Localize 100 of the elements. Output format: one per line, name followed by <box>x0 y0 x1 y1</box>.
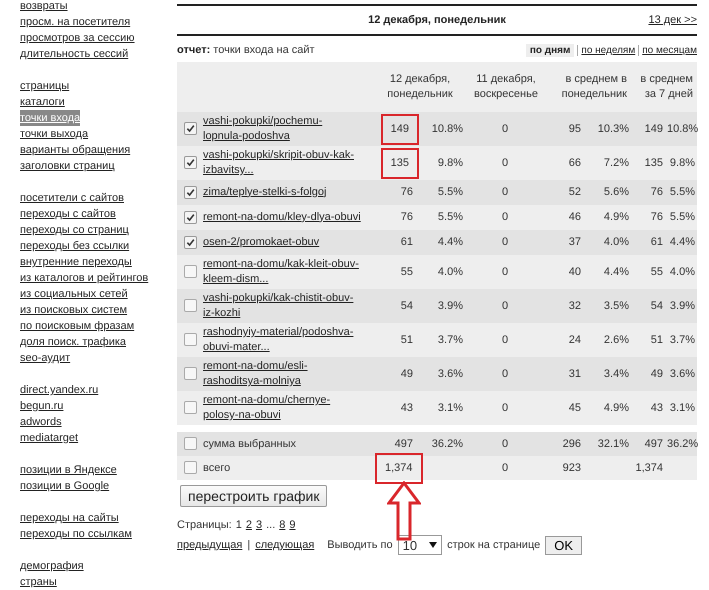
table-cell: 2.6% <box>604 334 629 346</box>
table-cell: 135 <box>380 148 419 178</box>
table-cell: 51 <box>400 332 413 348</box>
sidebar-link[interactable]: страницы <box>20 78 70 94</box>
row-checkbox[interactable] <box>184 461 196 474</box>
page-link[interactable]: vashi-pokupki/kak-chistit-obuv-iz-kozhi <box>203 291 361 321</box>
row-checkbox[interactable] <box>184 236 196 249</box>
table-cell: 9.8% <box>670 156 695 168</box>
sidebar-link[interactable]: переходы с сайтов <box>20 206 116 222</box>
sidebar-link[interactable]: варианты обращения <box>20 142 130 158</box>
sidebar-link[interactable]: позиции в Яндексе <box>20 462 117 478</box>
table-cell: 497 <box>644 438 663 450</box>
sidebar-link[interactable]: позиции в Google <box>20 478 110 494</box>
sidebar-link[interactable]: переходы по ссылкам <box>20 526 132 542</box>
row-checkbox[interactable] <box>184 265 196 278</box>
report-title: отчет: точки входа на сайт <box>177 44 315 56</box>
table-cell: 40 <box>568 266 581 278</box>
page-link[interactable]: osen-2/promokaet-obuv <box>203 234 320 250</box>
table-cell: 135 <box>644 156 663 168</box>
table-cell: 9.8% <box>438 156 463 168</box>
sidebar-link[interactable]: по поисковым фразам <box>20 318 134 334</box>
table-cell: 0 <box>502 438 508 450</box>
sidebar-link[interactable]: внутренние переходы <box>20 254 132 270</box>
table-cell: 61 <box>650 236 663 248</box>
sidebar-link[interactable]: переходы со страниц <box>20 222 129 238</box>
sidebar-link[interactable]: доля поиск. трафика <box>20 334 126 350</box>
previous-link[interactable]: предыдущая <box>177 539 242 551</box>
table-cell: 76 <box>400 210 413 225</box>
sidebar-link[interactable]: заголовки страниц <box>20 158 115 174</box>
per-page-label: Выводить по <box>327 539 393 551</box>
sidebar-link[interactable]: каталоги <box>20 94 65 110</box>
row-checkbox[interactable] <box>184 210 196 224</box>
sidebar-link[interactable]: переходы без ссылки <box>20 238 130 254</box>
sidebar-link[interactable]: begun.ru <box>20 398 64 414</box>
page-link[interactable]: remont-na-domu/kley-dlya-obuvi <box>203 210 361 225</box>
table-cell: 45 <box>568 402 581 414</box>
table-cell: 54 <box>650 300 663 312</box>
sidebar-link[interactable]: mediatarget <box>20 430 78 446</box>
sidebar-link[interactable]: direct.yandex.ru <box>20 382 98 398</box>
page-number-link[interactable]: 9 <box>289 519 296 531</box>
ok-button[interactable]: OK <box>545 536 582 554</box>
row-checkbox[interactable] <box>184 299 196 312</box>
table-cell: 4.4% <box>438 236 463 248</box>
sidebar-link[interactable]: посетители с сайтов <box>20 190 124 206</box>
next-link[interactable]: следующая <box>255 539 314 551</box>
sidebar-link[interactable]: длительность сессий <box>20 46 128 62</box>
table-cell: 76 <box>400 185 413 200</box>
row-checkbox[interactable] <box>184 437 196 450</box>
sidebar-link[interactable]: adwords <box>20 414 62 430</box>
per-page-select[interactable]: 10 <box>398 535 442 555</box>
sidebar-link[interactable]: из социальных сетей <box>20 286 128 302</box>
page-link[interactable]: rashodnyiy-material/podoshva-obuvi-mater... <box>203 325 361 355</box>
table-cell: 0 <box>502 186 508 198</box>
row-checkbox[interactable] <box>184 401 196 414</box>
page-link[interactable]: remont-na-domu/chernye-polosy-na-obuvi <box>203 393 361 423</box>
page-link[interactable]: zima/teplye-stelki-s-folgoj <box>203 184 326 200</box>
page-link[interactable]: vashi-pokupki/skripit-obuv-kak-izbavitsy... <box>203 148 361 178</box>
table-cell: 4.0% <box>604 236 629 248</box>
table-cell: 0 <box>502 300 508 312</box>
period-tab[interactable]: по месяцам <box>642 44 697 56</box>
sidebar-link[interactable]: возвраты <box>20 0 68 14</box>
sidebar-link[interactable]: просм. на посетителя <box>20 14 130 30</box>
table-cell: 4.0% <box>670 266 695 278</box>
sidebar-link[interactable]: seo-аудит <box>20 350 70 366</box>
period-tab[interactable]: по неделям <box>581 44 636 56</box>
table-cell: 37 <box>568 236 581 248</box>
period-tab[interactable]: по дням <box>526 44 574 56</box>
row-checkbox[interactable] <box>184 333 196 346</box>
table-cell: 3.7% <box>670 334 695 346</box>
table-cell: 5.5% <box>670 186 695 198</box>
column-header: 12 декабря, понедельник <box>386 72 454 102</box>
page-link[interactable]: remont-na-domu/esli-rashoditsya-molniya <box>203 359 361 389</box>
row-checkbox[interactable] <box>184 367 196 380</box>
table-cell: 5.5% <box>438 211 463 223</box>
dropdown-caret-icon <box>429 542 438 548</box>
rebuild-chart-button[interactable]: перестроить график <box>180 485 328 507</box>
table-cell: 3.9% <box>438 300 463 312</box>
sidebar-link[interactable]: страны <box>20 574 57 590</box>
sidebar-link[interactable]: точки входа <box>20 110 80 126</box>
separator: | <box>247 539 250 551</box>
page-number-link[interactable]: 8 <box>279 519 286 531</box>
row-checkbox[interactable] <box>184 156 196 170</box>
sidebar-link[interactable]: точки выхода <box>20 126 88 142</box>
next-day-link[interactable]: 13 дек >> <box>648 14 697 26</box>
current-page: 1 <box>236 519 242 531</box>
page-number-link[interactable]: 3 <box>256 519 262 531</box>
table-cell: 1,374 <box>635 462 663 474</box>
row-checkbox[interactable] <box>184 186 196 199</box>
sidebar-link[interactable]: переходы на сайты <box>20 510 119 526</box>
sidebar-link[interactable]: просмотров за сессию <box>20 30 135 46</box>
sidebar-link[interactable]: из каталогов и рейтингов <box>20 270 148 286</box>
sidebar-link[interactable]: из поисковых систем <box>20 302 128 318</box>
page-number-link[interactable]: 2 <box>246 519 252 531</box>
table-cell: 32 <box>568 300 581 312</box>
page-link[interactable]: vashi-pokupki/pochemu-lopnula-podoshva <box>203 114 361 144</box>
page-link[interactable]: remont-na-domu/kak-kleit-obuv-kleem-dism... <box>203 257 361 287</box>
sidebar-link[interactable]: демография <box>20 558 84 574</box>
table-cell: 76 <box>650 211 663 223</box>
row-checkbox[interactable] <box>184 122 196 136</box>
table-cell: 7.2% <box>604 156 629 168</box>
